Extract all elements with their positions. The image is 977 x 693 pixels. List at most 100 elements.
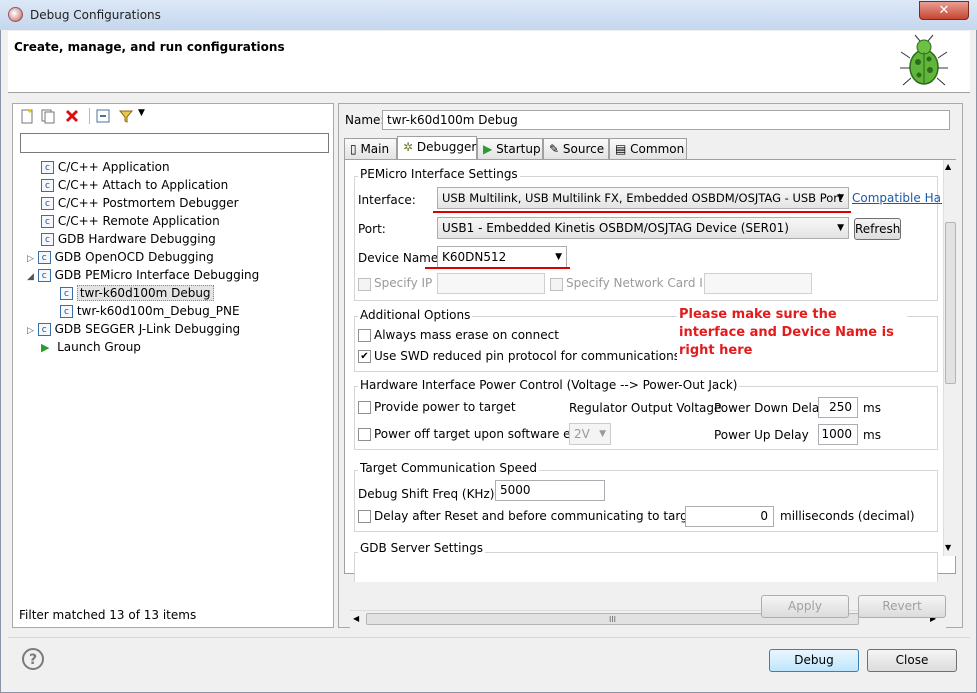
collapse-all-icon[interactable] [95, 108, 111, 124]
specify-nic-label: Specify Network Card IP [566, 276, 711, 290]
header-title: Create, manage, and run configurations [14, 40, 285, 54]
tree-item[interactable]: c C/C++ Remote Application [41, 212, 220, 230]
main-tab-icon: ▯ [350, 142, 357, 156]
tree-item[interactable]: c C/C++ Postmortem Debugger [41, 194, 239, 212]
power-off-checkbox[interactable] [358, 428, 371, 441]
power-up-label: Power Up Delay [714, 428, 809, 442]
nic-ip-input[interactable] [704, 273, 812, 294]
new-launch-icon[interactable] [19, 108, 35, 124]
mass-erase-checkbox[interactable] [358, 329, 371, 342]
name-label: Name: [345, 113, 385, 127]
startup-tab-icon: ▶ [483, 142, 493, 156]
apply-button[interactable]: Apply [761, 595, 849, 618]
interface-label: Interface: [358, 193, 416, 207]
power-off-label: Power off target upon software exit [374, 427, 586, 441]
vertical-scroll-thumb[interactable] [945, 222, 956, 384]
tree-item[interactable]: ◢ c GDB PEMicro Interface Debugging [27, 266, 259, 284]
device-annotation-underline [425, 267, 570, 269]
power-down-unit: ms [863, 401, 881, 415]
filter-icon[interactable] [118, 108, 134, 124]
shift-freq-input[interactable]: 5000 [495, 480, 605, 501]
device-name-select[interactable]: K60DN512 ▼ [437, 246, 567, 268]
window-close-button[interactable]: ✕ [919, 1, 969, 20]
configuration-editor: Name: twr-k60d100m Debug ▯ Main ✲ Debugg… [338, 103, 963, 628]
tab-common[interactable]: ▤ Common [609, 138, 687, 159]
port-select[interactable]: USB1 - Embedded Kinetis OSBDM/OSJTAG Dev… [437, 217, 849, 239]
filter-input[interactable] [20, 133, 329, 153]
c-config-icon: c [41, 197, 54, 210]
c-config-icon: c [41, 233, 54, 246]
annotation-box: Please make sure the interface and Devic… [677, 304, 907, 367]
specify-ip-checkbox[interactable] [358, 278, 371, 291]
vertical-scrollbar[interactable]: ▲ ▼ [943, 160, 957, 556]
tree-item[interactable]: ▷ c GDB SEGGER J-Link Debugging [27, 320, 240, 338]
compatible-hardware-link[interactable]: Compatible Har [852, 191, 942, 205]
power-up-input[interactable]: 1000 [818, 424, 858, 445]
delay-reset-checkbox[interactable] [358, 510, 371, 523]
scroll-left-icon[interactable]: ◀ [353, 614, 359, 623]
port-label: Port: [358, 222, 386, 236]
swd-checkbox[interactable]: ✔ [358, 350, 371, 363]
tab-main[interactable]: ▯ Main [344, 138, 397, 159]
c-config-icon: c [60, 305, 73, 318]
revert-button[interactable]: Revert [858, 595, 946, 618]
collapse-icon[interactable]: ◢ [27, 272, 34, 282]
comm-speed-title: Target Communication Speed [358, 461, 539, 475]
debugger-tab-icon: ✲ [403, 140, 414, 154]
swd-label: Use SWD reduced pin protocol for communi… [374, 349, 680, 363]
close-button[interactable]: Close [867, 649, 957, 672]
c-config-icon: c [41, 161, 54, 174]
specify-nic-checkbox[interactable] [550, 278, 563, 291]
scroll-down-icon[interactable]: ▼ [945, 543, 951, 552]
expand-icon[interactable]: ▷ [27, 254, 34, 264]
c-config-icon: c [37, 251, 51, 264]
tree-item[interactable]: c GDB Hardware Debugging [41, 230, 216, 248]
delay-input[interactable]: 0 [685, 506, 774, 527]
debug-button[interactable]: Debug [769, 649, 859, 672]
filter-dropdown-icon[interactable]: ▼ [138, 108, 145, 118]
tab-startup[interactable]: ▶ Startup [477, 138, 543, 159]
tree-item[interactable]: ▶ Launch Group [41, 338, 141, 356]
interface-annotation-underline [433, 211, 851, 213]
power-down-input[interactable]: 250 [818, 397, 858, 418]
provide-power-label: Provide power to target [374, 400, 516, 414]
power-down-label: Power Down Delay [714, 401, 827, 415]
interface-select[interactable]: USB Multilink, USB Multilink FX, Embedde… [437, 187, 849, 209]
dialog-header: Create, manage, and run configurations [8, 31, 970, 93]
delay-reset-label: Delay after Reset and before communicati… [374, 509, 721, 523]
ip-input[interactable] [437, 273, 545, 294]
gdb-server-title: GDB Server Settings [358, 541, 485, 555]
expand-icon[interactable]: ▷ [27, 326, 34, 336]
voltage-select[interactable]: 2V ▼ [569, 423, 611, 445]
regulator-voltage-label: Regulator Output Voltage [569, 401, 722, 415]
provide-power-checkbox[interactable] [358, 401, 371, 414]
duplicate-icon[interactable] [40, 108, 56, 124]
window-title: Debug Configurations [30, 8, 161, 22]
additional-options-title: Additional Options [358, 308, 473, 322]
refresh-button[interactable]: Refresh [854, 218, 901, 240]
tab-source[interactable]: ✎ Source [543, 138, 609, 159]
scroll-up-icon[interactable]: ▲ [945, 162, 951, 171]
configuration-list-pane: ▼ c C/C++ Application c C/C++ Attach to … [12, 103, 334, 628]
common-tab-icon: ▤ [615, 142, 627, 156]
c-config-icon: c [37, 323, 51, 336]
device-name-label: Device Name: [358, 251, 443, 265]
specify-ip-label: Specify IP [374, 276, 433, 290]
debugger-tab-body: PEMicro Interface Settings Interface: US… [344, 159, 957, 628]
name-input[interactable]: twr-k60d100m Debug [382, 110, 950, 130]
tree-item-selected[interactable]: c twr-k60d100m Debug [60, 284, 214, 302]
pemicro-group-title: PEMicro Interface Settings [358, 167, 520, 181]
power-control-title: Hardware Interface Power Control (Voltag… [358, 378, 740, 392]
tab-debugger[interactable]: ✲ Debugger [397, 136, 477, 160]
tree-item[interactable]: c C/C++ Application [41, 158, 170, 176]
tree-item[interactable]: c twr-k60d100m_Debug_PNE [60, 302, 240, 320]
tree-item[interactable]: ▷ c GDB OpenOCD Debugging [27, 248, 214, 266]
c-config-icon: c [41, 215, 54, 228]
tree-item[interactable]: c C/C++ Attach to Application [41, 176, 228, 194]
delete-icon[interactable] [64, 108, 80, 124]
horizontal-scrollbar[interactable]: ◀ III ▶ [350, 610, 946, 628]
chevron-down-icon: ▼ [837, 223, 844, 233]
power-up-unit: ms [863, 428, 881, 442]
help-icon[interactable]: ? [22, 648, 44, 670]
gdb-server-group [354, 552, 938, 582]
